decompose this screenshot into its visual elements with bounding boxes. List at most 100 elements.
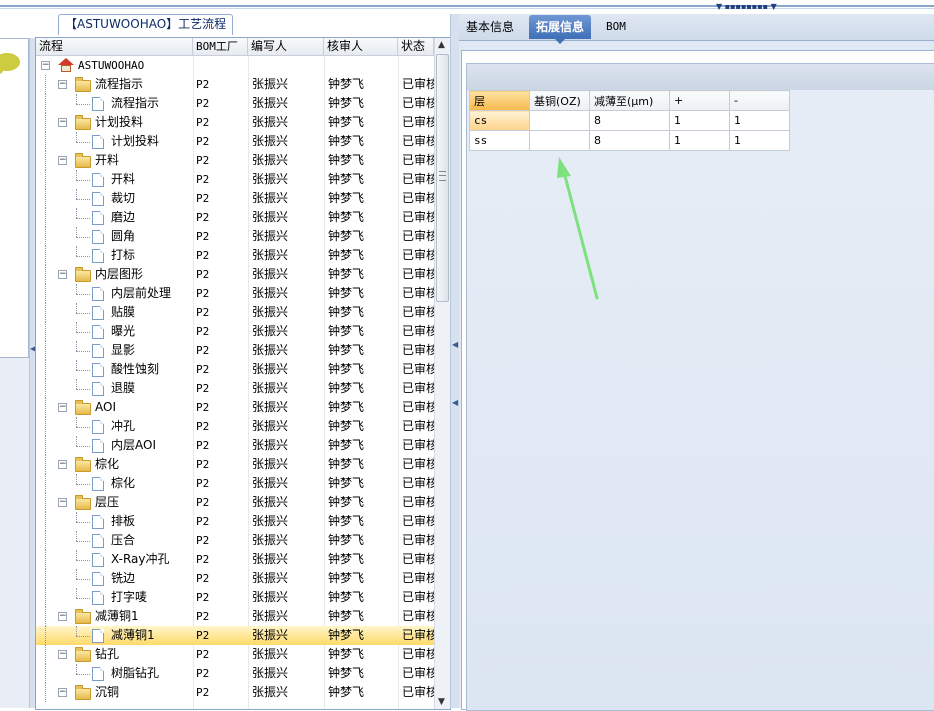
tree-group-row[interactable]: − 减薄铜1 P2 张振兴 钟梦飞 已审核 [36,607,434,626]
tree-connector [76,550,77,560]
tree-step-row[interactable]: 开料 P2 张振兴 钟梦飞 已审核 [36,170,434,189]
chat-bubble-icon[interactable] [0,53,20,74]
document-icon [92,667,104,681]
tree-step-row[interactable]: 圆角 P2 张振兴 钟梦飞 已审核 [36,227,434,246]
tree-connector [76,256,90,257]
scrollbar-thumb[interactable] [436,54,449,302]
column-header-process[interactable]: 流程 [36,38,193,55]
grid-header-layer[interactable]: 层 [469,90,530,111]
collapse-icon[interactable]: − [58,650,67,659]
process-tree-panel: 流程 BOM工厂 编写人 核审人 状态 − ASTUWOOHAO − 流程指示 P2… [35,37,451,710]
folder-icon [75,609,91,624]
tree-step-row[interactable]: 内层前处理 P2 张振兴 钟梦飞 已审核 [36,284,434,303]
tree-connector [76,237,90,238]
scroll-up-icon[interactable]: ▲ [438,40,445,50]
grid-cell-plus[interactable]: 1 [669,130,730,151]
tree-group-row[interactable]: − 开料 P2 张振兴 钟梦飞 已审核 [36,151,434,170]
tree-step-row[interactable]: X-Ray冲孔 P2 张振兴 钟梦飞 已审核 [36,550,434,569]
grid-cell-minus[interactable]: 1 [729,130,790,151]
splitter-grip-icon[interactable]: ▼ ▪▪▪▪▪▪▪▪ ▼ [716,2,777,11]
collapse-icon[interactable]: − [58,460,67,469]
grid-cell-minus[interactable]: 1 [729,110,790,131]
grid-cell-layer[interactable]: cs [469,110,530,131]
grid-row[interactable]: cs 8 1 1 [469,110,790,131]
status-cell: 已审核 [402,229,434,243]
grid-header-plus[interactable]: + [669,90,730,111]
grid-cell-base-copper[interactable] [529,130,590,151]
collapse-icon[interactable]: − [58,688,67,697]
status-cell: 已审核 [402,666,434,680]
grid-row[interactable]: ss 8 1 1 [469,130,790,151]
tree-step-row[interactable]: 压合 P2 张振兴 钟梦飞 已审核 [36,531,434,550]
expand-right-icon[interactable]: ◀ [452,398,458,407]
column-header-writer[interactable]: 编写人 [248,38,324,55]
tree-group-row[interactable]: − 内层图形 P2 张振兴 钟梦飞 已审核 [36,265,434,284]
tree-step-row[interactable]: 内层AOI P2 张振兴 钟梦飞 已审核 [36,436,434,455]
reviewer-cell: 钟梦飞 [328,248,365,262]
tree-step-row[interactable]: 磨边 P2 张振兴 钟梦飞 已审核 [36,208,434,227]
reviewer-cell: 钟梦飞 [328,685,365,699]
tree-step-row[interactable]: 打标 P2 张振兴 钟梦飞 已审核 [36,246,434,265]
tree-group-row[interactable]: − 流程指示 P2 张振兴 钟梦飞 已审核 [36,75,434,94]
bom-factory-cell: P2 [196,306,210,319]
tree-group-row[interactable]: − 层压 P2 张振兴 钟梦飞 已审核 [36,493,434,512]
grid-header-minus[interactable]: - [729,90,790,111]
tree-group-row[interactable]: − 沉铜 P2 张振兴 钟梦飞 已审核 [36,683,434,702]
collapse-left-icon[interactable]: ◀ [452,340,458,349]
tree-group-row[interactable]: − 棕化 P2 张振兴 钟梦飞 已审核 [36,455,434,474]
writer-cell: 张振兴 [252,362,289,376]
tree-step-row[interactable]: 显影 P2 张振兴 钟梦飞 已审核 [36,341,434,360]
collapse-icon[interactable]: − [58,270,67,279]
tree-group-row[interactable]: − AOI P2 张振兴 钟梦飞 已审核 [36,398,434,417]
collapse-icon[interactable]: − [58,498,67,507]
scroll-down-icon[interactable]: ▼ [438,697,445,707]
reviewer-cell: 钟梦飞 [328,134,365,148]
column-header-bom-factory[interactable]: BOM工厂 [193,38,248,55]
grid-header-base-copper[interactable]: 基铜(OZ) [529,90,590,111]
tree-step-row[interactable]: 树脂钻孔 P2 张振兴 钟梦飞 已审核 [36,664,434,683]
collapse-icon[interactable]: − [58,156,67,165]
grid-cell-base-copper[interactable] [529,110,590,131]
tree-step-row[interactable]: 棕化 P2 张振兴 钟梦飞 已审核 [36,474,434,493]
grid-cell-thin-to[interactable]: 8 [589,130,670,151]
grid-cell-layer[interactable]: ss [469,130,530,151]
tree-root-row[interactable]: − ASTUWOOHAO [36,56,434,75]
collapse-icon[interactable]: − [58,403,67,412]
grid-cell-thin-to[interactable]: 8 [589,110,670,131]
tree-group-row[interactable]: − 计划投料 P2 张振兴 钟梦飞 已审核 [36,113,434,132]
column-header-reviewer[interactable]: 核审人 [324,38,398,55]
reviewer-cell: 钟梦飞 [328,267,365,281]
tree-step-row[interactable]: 铣边 P2 张振兴 钟梦飞 已审核 [36,569,434,588]
status-cell: 已审核 [402,552,434,566]
tree-step-row[interactable]: 冲孔 P2 张振兴 钟梦飞 已审核 [36,417,434,436]
collapse-icon[interactable]: − [41,61,50,70]
tab-bom[interactable]: BOM [599,15,633,39]
top-splitter-line-2 [0,8,934,9]
tree-step-row[interactable]: 曝光 P2 张振兴 钟梦飞 已审核 [36,322,434,341]
tree-step-row[interactable]: 排板 P2 张振兴 钟梦飞 已审核 [36,512,434,531]
tab-basic-info[interactable]: 基本信息 [459,15,521,39]
top-splitter[interactable]: ▼ ▪▪▪▪▪▪▪▪ ▼ [0,0,934,14]
collapse-icon[interactable]: − [58,80,67,89]
tab-extended-info[interactable]: 拓展信息 [529,15,592,44]
tree-vertical-scrollbar[interactable]: ▲ ▼ [434,38,450,709]
tree-step-row[interactable]: 减薄铜1 P2 张振兴 钟梦飞 已审核 [36,626,434,645]
tree-step-label: 圆角 [111,229,136,243]
tree-step-row[interactable]: 贴膜 P2 张振兴 钟梦飞 已审核 [36,303,434,322]
tree-step-row[interactable]: 流程指示 P2 张振兴 钟梦飞 已审核 [36,94,434,113]
writer-cell: 张振兴 [252,115,289,129]
tree-step-row[interactable]: 退膜 P2 张振兴 钟梦飞 已审核 [36,379,434,398]
tree-connector [76,104,90,105]
tree-group-row[interactable]: − 钻孔 P2 张振兴 钟梦飞 已审核 [36,645,434,664]
tree-step-row[interactable]: 酸性蚀刻 P2 张振兴 钟梦飞 已审核 [36,360,434,379]
tree-step-row[interactable]: 计划投料 P2 张振兴 钟梦飞 已审核 [36,132,434,151]
collapse-icon[interactable]: − [58,118,67,127]
tree-step-row[interactable]: 裁切 P2 张振兴 钟梦飞 已审核 [36,189,434,208]
writer-cell: 张振兴 [252,533,289,547]
collapse-icon[interactable]: − [58,612,67,621]
column-header-status[interactable]: 状态 [398,38,434,55]
tree-connector [76,579,90,580]
tree-step-row[interactable]: 打字唛 P2 张振兴 钟梦飞 已审核 [36,588,434,607]
grid-header-thin-to[interactable]: 减薄至(μm) [589,90,670,111]
grid-cell-plus[interactable]: 1 [669,110,730,131]
